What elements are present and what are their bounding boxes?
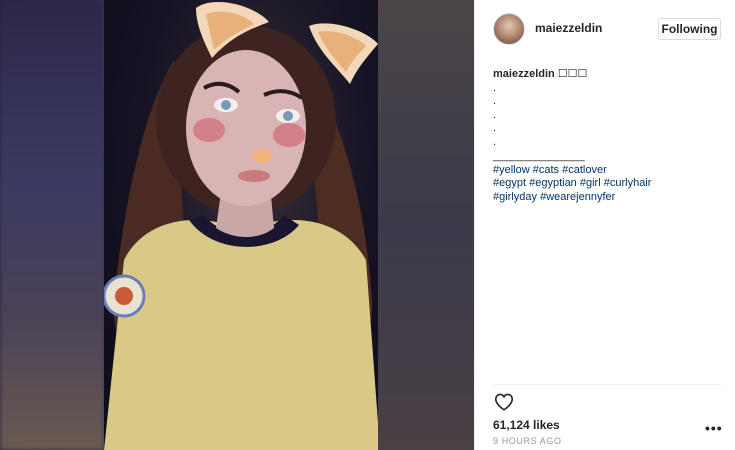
photo-blurred-right-edge <box>378 0 474 450</box>
hashtag-link[interactable]: #yellow <box>493 164 530 176</box>
hashtag-link[interactable]: #egyptian <box>529 177 577 189</box>
caption-first-line: maiezzeldin ☐☐☐ <box>493 68 723 82</box>
photo-blurred-left-edge <box>0 0 104 450</box>
heart-icon[interactable] <box>493 391 515 413</box>
username-link[interactable]: maiezzeldin <box>535 21 602 35</box>
selfie-illustration <box>104 2 380 450</box>
caption-text: ☐☐☐ <box>557 68 588 80</box>
actions-divider <box>493 384 721 385</box>
post-sidebar: maiezzeldin Following maiezzeldin ☐☐☐ . … <box>474 0 735 450</box>
hashtag-link[interactable]: #curlyhair <box>604 177 652 189</box>
hashtag-link[interactable]: #girlyday <box>493 191 537 203</box>
caption-dot: . <box>493 122 497 134</box>
hashtag-link[interactable]: #girl <box>580 177 601 189</box>
caption-dot: . <box>493 108 497 121</box>
caption-dot: . <box>493 135 497 148</box>
more-options-icon[interactable]: ••• <box>705 420 723 436</box>
hashtag-link[interactable]: #catlover <box>562 164 607 176</box>
post-caption: maiezzeldin ☐☐☐ . . . . . ______________… <box>493 68 723 204</box>
caption-dot: . <box>493 81 497 94</box>
hashtag-link[interactable]: #egypt <box>493 177 526 189</box>
caption-dot: . <box>493 95 497 107</box>
photo-selfie <box>104 0 380 450</box>
hashtag-line: #yellow #cats #catlover <box>493 164 723 178</box>
likes-count[interactable]: 61,124 likes <box>493 418 560 432</box>
post-header: maiezzeldin Following <box>475 0 735 58</box>
hashtag-line: #egypt #egyptian #girl #curlyhair <box>493 177 723 191</box>
following-button[interactable]: Following <box>658 18 721 40</box>
caption-username-link[interactable]: maiezzeldin <box>493 68 555 80</box>
hashtag-link[interactable]: #wearejennyfer <box>540 191 615 203</box>
avatar[interactable] <box>493 13 525 45</box>
post-photo[interactable] <box>0 0 474 450</box>
hashtag-link[interactable]: #cats <box>533 164 559 176</box>
hashtag-line: #girlyday #wearejennyfer <box>493 191 723 205</box>
post-timestamp[interactable]: 9 HOURS AGO <box>493 436 562 446</box>
caption-separator: _______________ <box>493 150 585 162</box>
